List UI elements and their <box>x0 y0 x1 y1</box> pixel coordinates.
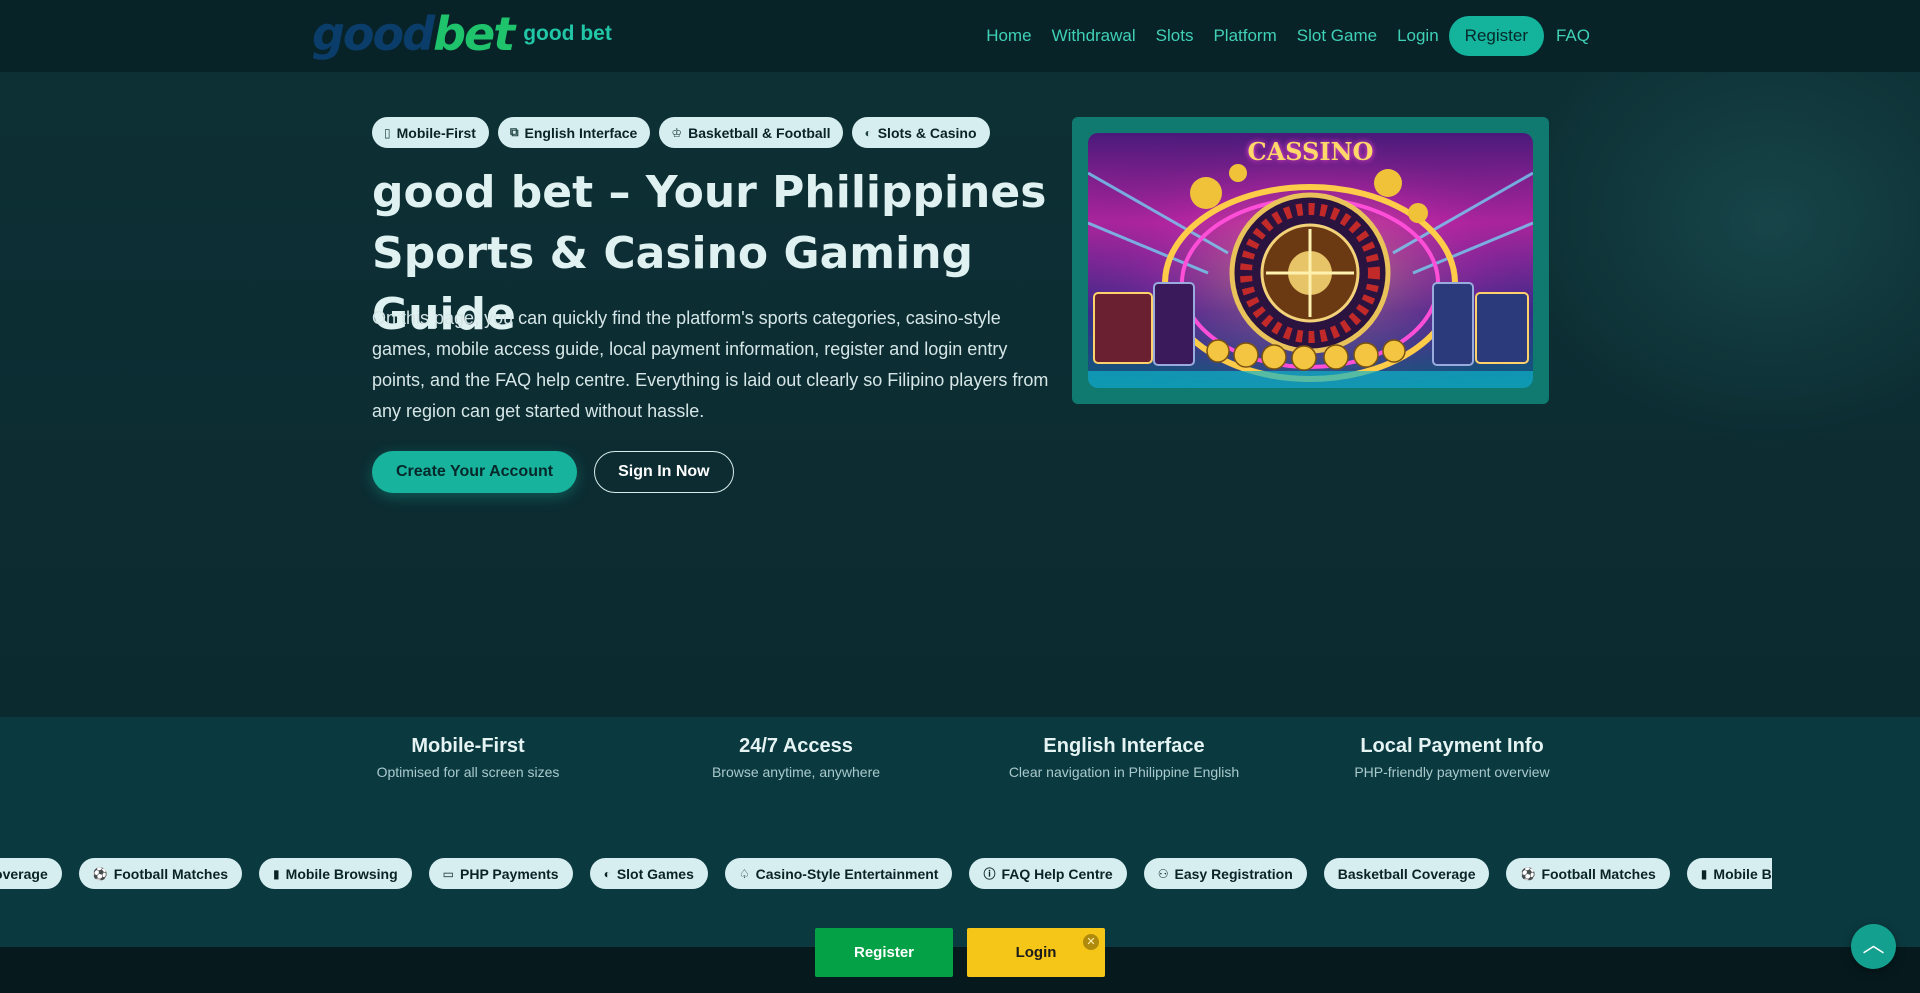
card-icon: ▭ <box>442 866 454 881</box>
logo-mark: goodbet <box>312 7 515 61</box>
gamepad-icon: ◐ <box>864 125 872 140</box>
ticker-faq: ⓘ FAQ Help Centre <box>969 858 1127 889</box>
ticker-football: ⚽ Football Matches <box>78 858 243 889</box>
ticker-registration: ⚇ Easy Registration <box>1143 858 1307 889</box>
nav-home[interactable]: Home <box>986 26 1031 46</box>
close-icon[interactable]: ✕ <box>1083 934 1099 950</box>
gamepad-icon: ◐ <box>603 866 611 881</box>
nav-platform[interactable]: Platform <box>1213 26 1276 46</box>
feature-ticker: Basketball Coverage ⚽Football Matches ▮M… <box>0 858 1772 890</box>
ticker-basketball: Basketball Coverage <box>1323 858 1490 889</box>
brand-name: good bet <box>523 22 612 45</box>
translate-icon: ⧉ <box>509 125 519 139</box>
hero-tags: ▯ Mobile-First ⧉ English Interface ♔ Basket… <box>372 117 999 148</box>
stat-local-payment: Local Payment Info PHP-friendly payment o… <box>1354 735 1550 780</box>
football-icon: ⚽ <box>1520 866 1536 881</box>
stat-english-interface: English Interface Clear navigation in Phi… <box>1008 735 1240 780</box>
tag-slots-casino: ◐ Slots & Casino <box>852 117 990 148</box>
sticky-register-button[interactable]: Register <box>815 928 953 977</box>
hero-image-frame: CASSINO <box>1072 117 1549 404</box>
sticky-action-bar: Register Login ✕ <box>815 928 1105 977</box>
nav-slots[interactable]: Slots <box>1156 26 1194 46</box>
user-plus-icon: ⚇ <box>1157 866 1169 881</box>
casino-roulette-image: CASSINO <box>1088 133 1533 388</box>
ticker-mobile: ▮Mobile Browsing <box>1686 858 1772 889</box>
sticky-login-button[interactable]: Login ✕ <box>967 928 1105 977</box>
help-icon: ⓘ <box>983 867 996 881</box>
back-to-top-button[interactable]: ︿ <box>1851 924 1896 969</box>
tag-mobile-first: ▯ Mobile-First <box>372 117 489 148</box>
ticker-basketball: Basketball Coverage <box>0 858 62 889</box>
nav-withdrawal[interactable]: Withdrawal <box>1052 26 1136 46</box>
hero-description: On this page, you can quickly find the p… <box>372 308 1049 421</box>
trophy-icon: ♔ <box>671 125 683 140</box>
features-band: Mobile-First Optimised for all screen siz… <box>0 717 1920 947</box>
ticker-football: ⚽ Football Matches <box>1506 858 1670 889</box>
stat-mobile-first: Mobile-First Optimised for all screen siz… <box>376 735 560 780</box>
main-nav: Home Withdrawal Slots Platform Slot Game… <box>976 16 1600 56</box>
image-sign-text: CASSINO <box>1247 137 1374 166</box>
tag-basketball-football: ♔ Basketball & Football <box>659 117 844 148</box>
ticker-casino: ♤ Casino-Style Entertainment <box>724 858 953 889</box>
mobile-icon: ▯ <box>384 125 391 140</box>
create-account-button[interactable]: Create Your Account <box>372 451 578 493</box>
nav-login[interactable]: Login <box>1397 26 1439 46</box>
phone-icon: ▮ <box>1700 866 1708 881</box>
hero-actions: Create Your Account Sign In Now <box>372 451 734 493</box>
nav-slot-game[interactable]: Slot Game <box>1297 26 1377 46</box>
nav-faq[interactable]: FAQ <box>1556 26 1590 46</box>
sign-in-button[interactable]: Sign In Now <box>594 451 734 493</box>
site-header: goodbet good bet Home Withdrawal Slots P… <box>0 0 1920 72</box>
ticker-mobile: ▮Mobile Browsing <box>259 858 412 889</box>
football-icon: ⚽ <box>92 866 108 881</box>
spade-icon: ♤ <box>738 866 750 881</box>
logo[interactable]: goodbet good bet <box>312 10 612 58</box>
ticker-payments: ▭ PHP Payments <box>428 858 573 889</box>
ticker-slot-games: ◐ Slot Games <box>589 858 708 889</box>
nav-register-button[interactable]: Register <box>1448 16 1544 56</box>
sticky-login-label: Login <box>1015 944 1057 961</box>
phone-icon: ▮ <box>273 866 280 881</box>
tag-english-interface: ⧉ English Interface <box>497 117 651 148</box>
stat-access: 24/7 Access Browse anytime, anywhere <box>711 735 881 780</box>
